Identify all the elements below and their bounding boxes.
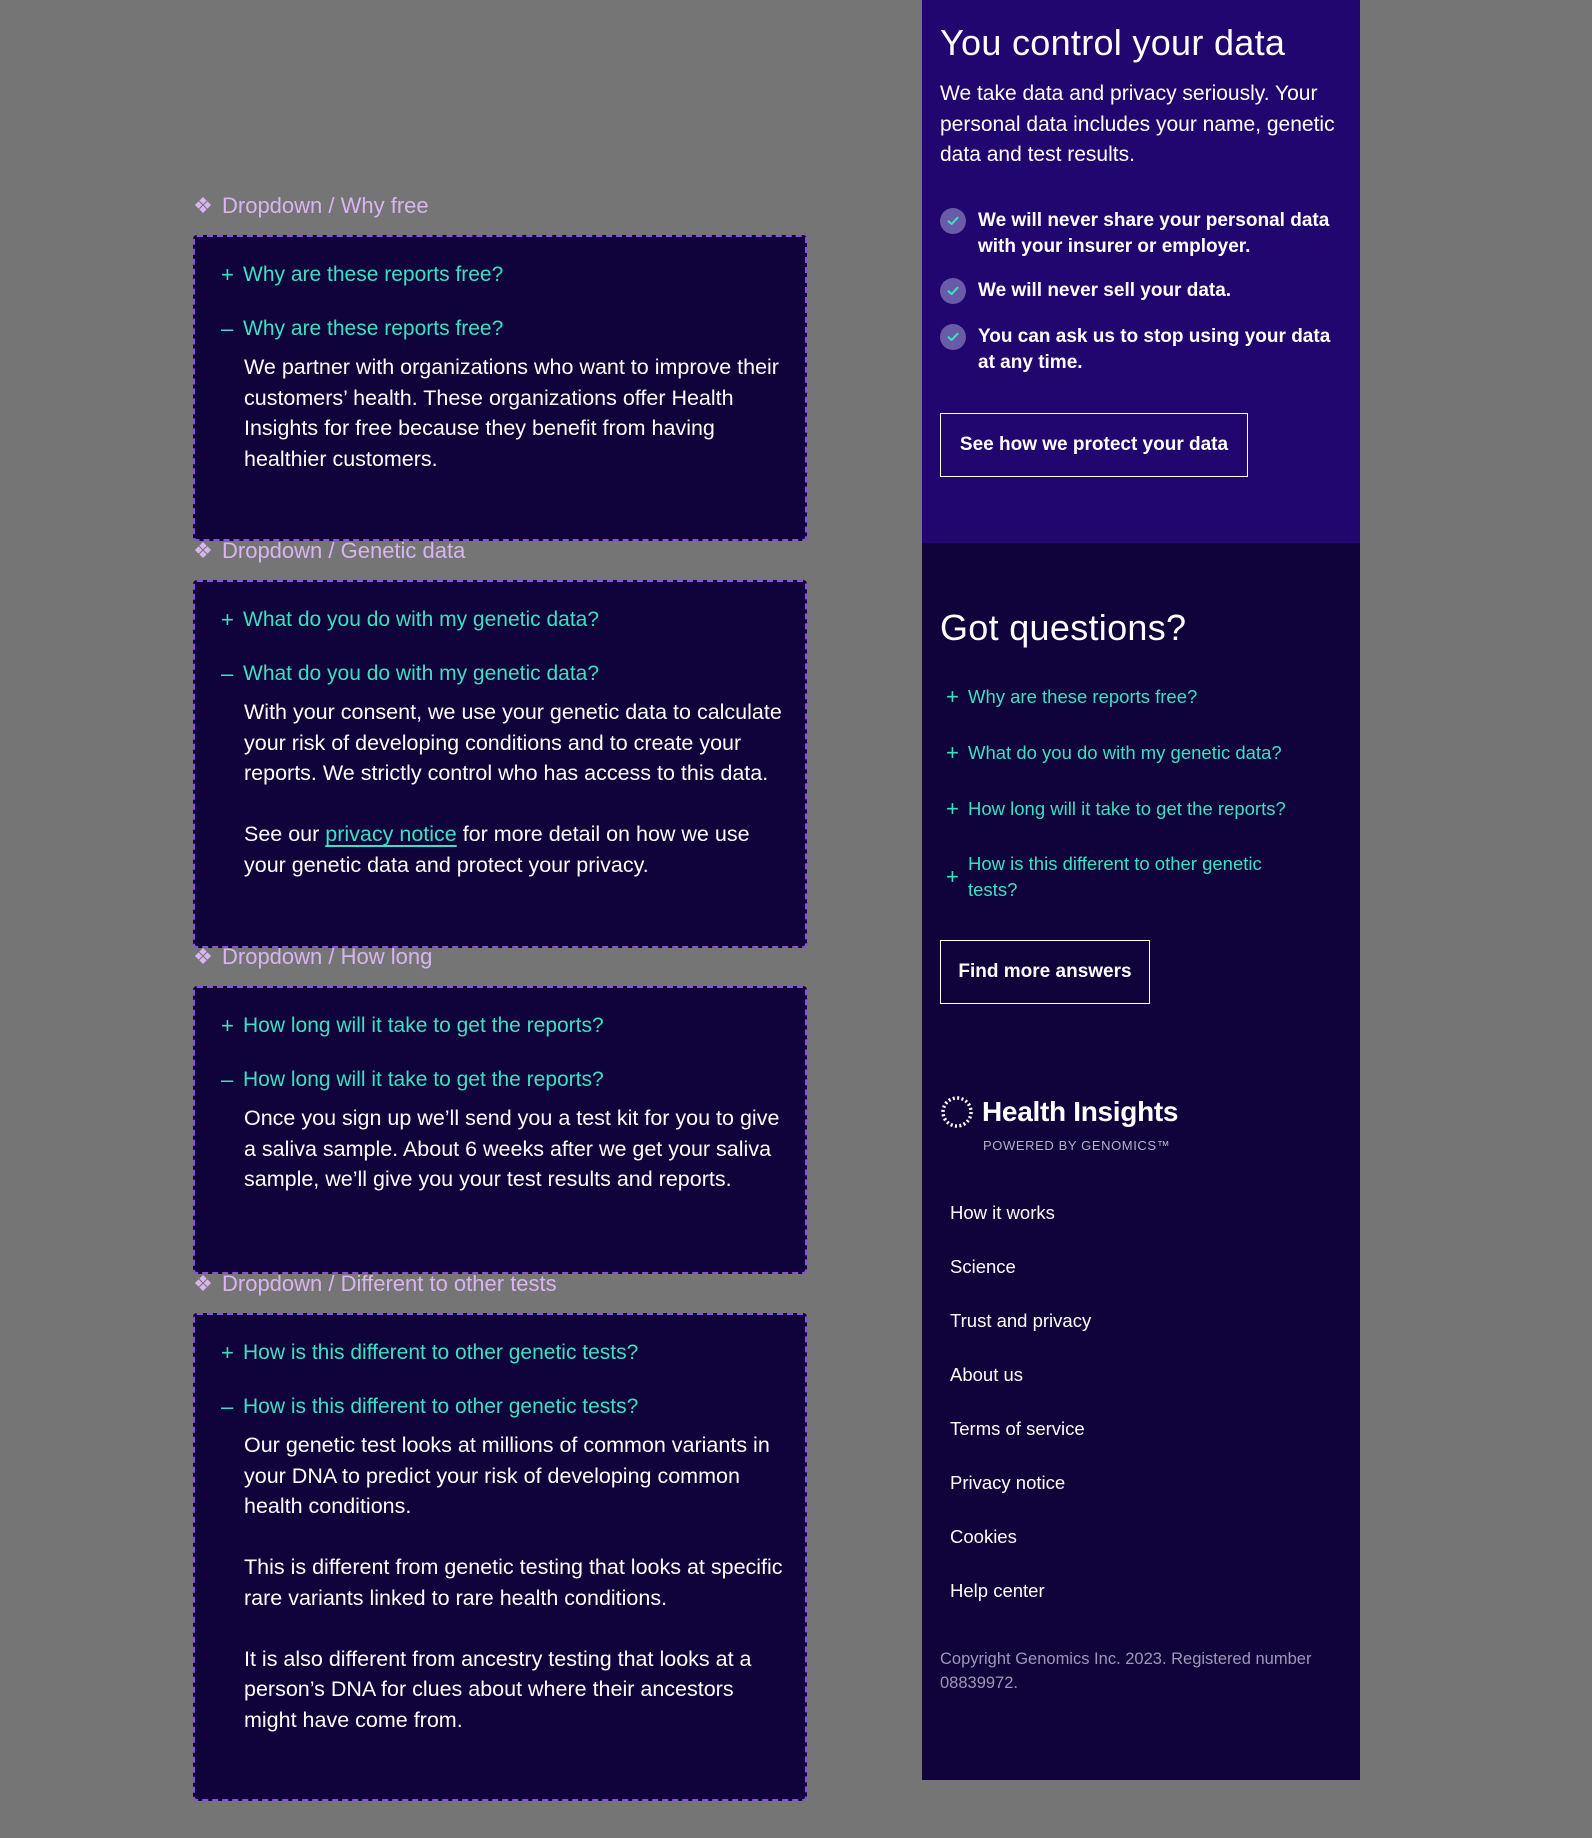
check-circle-icon <box>940 278 966 304</box>
answer-paragraph: With your consent, we use your genetic d… <box>244 700 782 785</box>
dropdown-question: How is this different to other genetic t… <box>243 1395 639 1418</box>
dropdown-answer: Once you sign up we’ll send you a test k… <box>244 1103 785 1195</box>
plus-icon: + <box>221 607 234 632</box>
dropdown-expanded-different-tests[interactable]: – How is this different to other genetic… <box>221 1393 785 1421</box>
brand-logo[interactable]: Health Insights <box>940 1095 1179 1129</box>
data-panel-title: You control your data <box>940 22 1286 63</box>
answer-paragraph: It is also different from ancestry testi… <box>244 1646 752 1732</box>
answer-paragraph: We partner with organizations who want t… <box>244 355 779 471</box>
component-label-genetic-data: ❖ Dropdown / Genetic data <box>192 536 465 566</box>
privacy-point-text: We will never sell your data. <box>978 280 1232 301</box>
minus-icon: – <box>221 661 234 686</box>
privacy-notice-link[interactable]: privacy notice <box>325 822 456 846</box>
answer-paragraph-with-link: See our privacy notice for more detail o… <box>244 819 785 880</box>
copyright-text: Copyright Genomics Inc. 2023. Registered… <box>940 1650 1312 1692</box>
dropdown-collapsed-different-tests[interactable]: + How is this different to other genetic… <box>221 1339 785 1367</box>
footer-link-cookies[interactable]: Cookies <box>950 1524 1017 1550</box>
privacy-point: We will never sell your data. <box>940 278 1340 304</box>
protect-data-button[interactable]: See how we protect your data <box>940 413 1248 477</box>
dropdown-frame-different-tests: + How is this different to other genetic… <box>193 1313 807 1801</box>
privacy-point: You can ask us to stop using your data a… <box>940 324 1340 376</box>
component-label-how-long: ❖ Dropdown / How long <box>192 942 432 972</box>
dotted-ring-logo-icon <box>941 1096 973 1128</box>
dropdown-question: How long will it take to get the reports… <box>243 1068 604 1091</box>
plus-icon: + <box>221 1340 234 1365</box>
dropdown-answer: We partner with organizations who want t… <box>244 352 785 474</box>
answer-paragraph: This is different from genetic testing t… <box>244 1555 783 1610</box>
data-panel-intro: We take data and privacy seriously. Your… <box>940 82 1335 166</box>
minus-icon: – <box>221 316 234 341</box>
dropdown-expanded-how-long[interactable]: – How long will it take to get the repor… <box>221 1066 785 1094</box>
privacy-point: We will never share your personal data w… <box>940 208 1340 260</box>
dropdown-expanded-why-free[interactable]: – Why are these reports free? <box>221 315 785 343</box>
privacy-point-text: We will never share your personal data w… <box>978 210 1330 257</box>
component-label-text: Dropdown / Why free <box>222 193 429 218</box>
plus-icon: + <box>221 262 234 287</box>
plus-icon: + <box>221 1013 234 1038</box>
dropdown-collapsed-why-free[interactable]: + Why are these reports free? <box>221 261 785 289</box>
component-diamond-icon: ❖ <box>193 1271 213 1296</box>
dropdown-question: What do you do with my genetic data? <box>243 608 600 631</box>
footer-link-help-center[interactable]: Help center <box>950 1578 1045 1604</box>
dropdown-question: Why are these reports free? <box>243 263 504 286</box>
answer-paragraph: Once you sign up we’ll send you a test k… <box>244 1106 780 1191</box>
dropdown-answer: With your consent, we use your genetic d… <box>244 697 785 880</box>
faq-link[interactable]: + How long will it take to get the repor… <box>946 796 1346 822</box>
component-label-why-free: ❖ Dropdown / Why free <box>192 191 429 221</box>
dropdown-frame-how-long: + How long will it take to get the repor… <box>193 986 807 1274</box>
plus-icon: + <box>946 864 959 889</box>
find-answers-button[interactable]: Find more answers <box>940 940 1150 1004</box>
plus-icon: + <box>946 684 959 709</box>
component-diamond-icon: ❖ <box>193 944 213 969</box>
answer-link-prefix: See our <box>244 822 326 846</box>
faq-link[interactable]: + Why are these reports free? <box>946 684 1346 710</box>
dropdown-answer: Our genetic test looks at millions of co… <box>244 1430 785 1735</box>
component-diamond-icon: ❖ <box>193 538 213 563</box>
footer-link-trust-privacy[interactable]: Trust and privacy <box>950 1308 1091 1334</box>
check-circle-icon <box>940 324 966 350</box>
minus-icon: – <box>221 1067 234 1092</box>
component-label-different-tests: ❖ Dropdown / Different to other tests <box>192 1269 557 1299</box>
answer-paragraph: Our genetic test looks at millions of co… <box>244 1433 770 1518</box>
component-label-text: Dropdown / How long <box>222 944 433 969</box>
brand-name: Health Insights <box>982 1096 1179 1127</box>
data-privacy-panel: You control your data We take data and p… <box>922 0 1360 543</box>
questions-title: Got questions? <box>940 607 1187 648</box>
plus-icon: + <box>946 796 959 821</box>
dropdown-frame-why-free: + Why are these reports free? – Why are … <box>193 235 807 541</box>
faq-link[interactable]: + How is this different to other genetic… <box>946 851 1306 903</box>
faq-link[interactable]: + What do you do with my genetic data? <box>946 740 1346 766</box>
footer-link-about[interactable]: About us <box>950 1362 1023 1388</box>
footer-link-science[interactable]: Science <box>950 1254 1016 1280</box>
plus-icon: + <box>946 740 959 765</box>
faq-link-text: What do you do with my genetic data? <box>968 742 1282 763</box>
component-label-text: Dropdown / Different to other tests <box>222 1271 557 1296</box>
check-circle-icon <box>940 208 966 234</box>
footer-link-terms[interactable]: Terms of service <box>950 1416 1085 1442</box>
dropdown-frame-genetic-data: + What do you do with my genetic data? –… <box>193 580 807 948</box>
dropdown-collapsed-how-long[interactable]: + How long will it take to get the repor… <box>221 1012 785 1040</box>
footer-link-privacy-notice[interactable]: Privacy notice <box>950 1470 1065 1496</box>
faq-link-text: Why are these reports free? <box>968 686 1198 707</box>
component-diamond-icon: ❖ <box>193 193 213 218</box>
dropdown-question: How is this different to other genetic t… <box>243 1341 639 1364</box>
brand-tagline: POWERED BY GENOMICS™ <box>983 1138 1171 1153</box>
dropdown-question: Why are these reports free? <box>243 317 504 340</box>
dropdown-collapsed-genetic-data[interactable]: + What do you do with my genetic data? <box>221 606 785 634</box>
faq-link-text: How is this different to other genetic t… <box>968 853 1262 900</box>
faq-link-text: How long will it take to get the reports… <box>968 798 1286 819</box>
component-label-text: Dropdown / Genetic data <box>222 538 466 563</box>
footer-link-how-it-works[interactable]: How it works <box>950 1200 1055 1226</box>
dropdown-expanded-genetic-data[interactable]: – What do you do with my genetic data? <box>221 660 785 688</box>
privacy-point-text: You can ask us to stop using your data a… <box>978 326 1331 373</box>
dropdown-question: What do you do with my genetic data? <box>243 662 600 685</box>
dropdown-question: How long will it take to get the reports… <box>243 1014 604 1037</box>
minus-icon: – <box>221 1394 234 1419</box>
questions-footer-panel: Got questions? + Why are these reports f… <box>922 543 1360 1780</box>
